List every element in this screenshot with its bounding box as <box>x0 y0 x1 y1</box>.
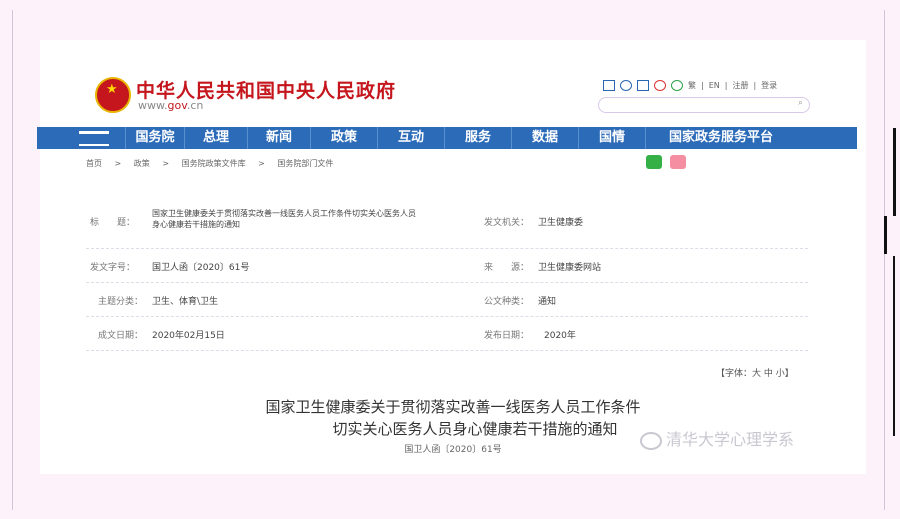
wechat-icon[interactable] <box>671 80 683 91</box>
topic-label: 主题分类： <box>98 297 144 307</box>
link-separator: | <box>753 81 757 90</box>
source-value: 卫生健康委网站 <box>538 263 602 273</box>
type-label: 公文种类： <box>484 297 530 307</box>
watermark: 清华大学心理学系 <box>640 426 794 450</box>
type-value: 通知 <box>538 297 557 307</box>
nav-item-data[interactable]: 数据 <box>511 127 578 149</box>
issuer-value: 卫生健康委 <box>538 218 584 228</box>
nav-item-policy[interactable]: 政策 <box>310 127 377 149</box>
info-row-date: 成文日期： 2020年02月15日 发布日期： 2020年 <box>86 316 808 351</box>
search-icon[interactable]: ⌕ <box>798 98 803 108</box>
link-register[interactable]: 注册 <box>732 80 748 91</box>
date-value: 2020年02月15日 <box>152 331 225 341</box>
nav-item-service-platform[interactable]: 国家政务服务平台 <box>645 127 796 149</box>
pub-date-value: 2020年 <box>544 331 576 341</box>
link-separator: | <box>701 81 704 90</box>
info-row-topic: 主题分类： 卫生、体育\卫生 公文种类： 通知 <box>86 282 808 317</box>
right-edge-mark <box>884 216 887 254</box>
search-input[interactable]: ⌕ <box>598 97 810 113</box>
font-size-control[interactable]: 【字体：大 中 小】 <box>716 366 794 379</box>
breadcrumb-home[interactable]: 首页 <box>86 159 102 168</box>
docno-label: 发文字号： <box>90 263 136 273</box>
title-label: 标 题： <box>90 218 136 228</box>
left-edge-line <box>12 10 13 510</box>
mail-icon[interactable] <box>603 80 615 91</box>
right-edge-mark <box>893 128 896 216</box>
issuer-label: 发文机关： <box>484 218 530 228</box>
docno-value: 国卫人函〔2020〕61号 <box>152 263 250 273</box>
national-emblem-icon[interactable]: ★ <box>95 77 131 113</box>
title-value: 国家卫生健康委关于贯彻落实改善一线医务人员工作条件切实关心医务人员 身心健康若干措… <box>152 209 416 229</box>
right-edge-line <box>884 10 885 510</box>
weibo-icon[interactable] <box>654 80 666 91</box>
wechat-share-icon[interactable] <box>646 155 662 169</box>
wechat-watermark-icon <box>640 431 662 450</box>
info-row-title: 标 题： 国家卫生健康委关于贯彻落实改善一线医务人员工作条件切实关心医务人员 身心… <box>86 200 808 249</box>
breadcrumb-department-docs[interactable]: 国务院部门文件 <box>277 159 333 168</box>
weibo-share-icon[interactable] <box>670 155 686 169</box>
mobile-icon[interactable] <box>637 80 649 91</box>
tiananmen-logo-icon[interactable] <box>37 127 125 149</box>
page-container: ★ 中华人民共和国中央人民政府 www.gov.cn 繁 | EN | 注册 |… <box>37 40 866 474</box>
link-login[interactable]: 登录 <box>761 80 777 91</box>
breadcrumb-separator: > <box>258 159 265 168</box>
nav-item-premier[interactable]: 总理 <box>184 127 247 149</box>
nav-item-interaction[interactable]: 互动 <box>377 127 444 149</box>
link-separator: | <box>724 81 728 90</box>
breadcrumb-policy[interactable]: 政策 <box>134 159 150 168</box>
top-links: 繁 | EN | 注册 | 登录 <box>603 80 777 91</box>
link-english[interactable]: EN <box>709 81 720 90</box>
app-icon[interactable] <box>620 80 632 91</box>
date-label: 成文日期： <box>98 331 144 341</box>
pub-date-label: 发布日期： <box>484 331 530 341</box>
link-traditional[interactable]: 繁 <box>688 80 696 91</box>
share-bar <box>646 155 686 169</box>
breadcrumb: 首页 > 政策 > 国务院政策文件库 > 国务院部门文件 <box>86 158 343 169</box>
nav-item-news[interactable]: 新闻 <box>247 127 310 149</box>
breadcrumb-separator: > <box>114 159 122 168</box>
breadcrumb-separator: > <box>162 159 170 168</box>
topic-value: 卫生、体育\卫生 <box>152 297 219 307</box>
main-nav: 国务院 总理 新闻 政策 互动 服务 数据 国情 国家政务服务平台 <box>37 127 857 149</box>
document-title-line1: 国家卫生健康委关于贯彻落实改善一线医务人员工作条件 <box>265 398 641 416</box>
nav-item-national-info[interactable]: 国情 <box>578 127 645 149</box>
nav-item-services[interactable]: 服务 <box>444 127 511 149</box>
breadcrumb-policy-library[interactable]: 国务院政策文件库 <box>182 159 246 168</box>
source-label: 来 源： <box>484 263 530 273</box>
site-url: www.gov.cn <box>138 99 204 112</box>
info-row-docno: 发文字号： 国卫人函〔2020〕61号 来 源： 卫生健康委网站 <box>86 248 808 283</box>
site-header: ★ 中华人民共和国中央人民政府 www.gov.cn 繁 | EN | 注册 |… <box>40 40 866 122</box>
nav-item-state-council[interactable]: 国务院 <box>125 127 184 149</box>
right-edge-mark <box>893 256 895 436</box>
